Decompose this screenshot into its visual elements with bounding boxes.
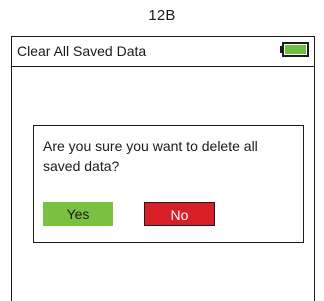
battery-level-fill bbox=[285, 45, 306, 54]
confirm-delete-dialog: Are you sure you want to delete all save… bbox=[33, 125, 304, 243]
battery-full-icon bbox=[282, 42, 309, 57]
dialog-message: Are you sure you want to delete all save… bbox=[43, 138, 258, 174]
figure-label: 12B bbox=[148, 7, 176, 24]
no-button[interactable]: No bbox=[144, 202, 215, 226]
device-screen: Clear All Saved Data Are you sure you wa… bbox=[11, 36, 315, 301]
screen-title: Clear All Saved Data bbox=[17, 43, 147, 59]
title-bar: Clear All Saved Data bbox=[12, 37, 314, 67]
yes-button[interactable]: Yes bbox=[43, 202, 113, 226]
